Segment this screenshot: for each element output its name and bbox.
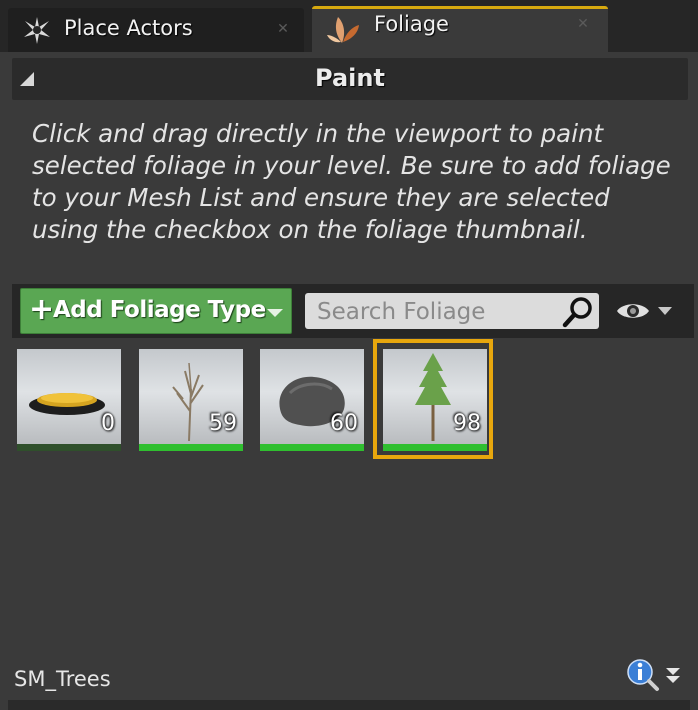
search-box[interactable] bbox=[305, 293, 599, 329]
chevron-down-icon[interactable] bbox=[658, 307, 672, 315]
close-icon[interactable]: ✕ bbox=[276, 22, 290, 36]
tab-strip: Place Actors ✕ Foliage ✕ bbox=[0, 0, 698, 52]
selected-foliage-name: SM_Trees bbox=[14, 667, 111, 691]
foliage-active-bar bbox=[139, 444, 243, 451]
foliage-thumbnail-selected[interactable]: 98 bbox=[373, 339, 493, 459]
foliage-thumbnail[interactable]: 60 bbox=[260, 349, 364, 453]
foliage-leaf-icon bbox=[327, 17, 359, 43]
tab-place-actors[interactable]: Place Actors ✕ bbox=[8, 8, 304, 52]
foliage-toolbar: + Add Foliage Type bbox=[12, 284, 694, 338]
instance-count: 0 bbox=[101, 411, 115, 436]
tab-label: Foliage bbox=[374, 12, 449, 36]
add-foliage-type-label: Add Foliage Type bbox=[53, 297, 266, 323]
search-input[interactable] bbox=[315, 295, 559, 329]
instance-count: 98 bbox=[453, 411, 481, 436]
paint-instructions: Click and drag directly in the viewport … bbox=[32, 119, 671, 244]
tab-label: Place Actors bbox=[64, 16, 193, 40]
search-icon[interactable] bbox=[562, 296, 594, 328]
instance-count: 60 bbox=[330, 411, 358, 436]
plus-icon: + bbox=[29, 292, 55, 327]
expand-down-icon[interactable] bbox=[664, 666, 682, 686]
close-icon[interactable]: ✕ bbox=[576, 17, 590, 31]
chevron-down-icon bbox=[267, 309, 283, 317]
add-foliage-type-button[interactable]: + Add Foliage Type bbox=[20, 288, 292, 334]
foliage-thumbnail[interactable]: 59 bbox=[139, 349, 243, 453]
foliage-active-bar bbox=[260, 444, 364, 451]
foliage-active-bar bbox=[17, 444, 121, 451]
eye-icon[interactable] bbox=[615, 299, 651, 323]
bottom-divider bbox=[8, 700, 690, 710]
tab-foliage[interactable]: Foliage ✕ bbox=[312, 6, 608, 52]
foliage-thumbnail[interactable]: 0 bbox=[17, 349, 121, 453]
instance-count: 59 bbox=[209, 411, 237, 436]
info-search-icon[interactable] bbox=[626, 658, 660, 692]
paint-section-header[interactable]: Paint bbox=[12, 58, 688, 100]
foliage-active-bar bbox=[383, 444, 487, 451]
section-title: Paint bbox=[315, 64, 385, 92]
place-actors-icon bbox=[24, 17, 50, 44]
